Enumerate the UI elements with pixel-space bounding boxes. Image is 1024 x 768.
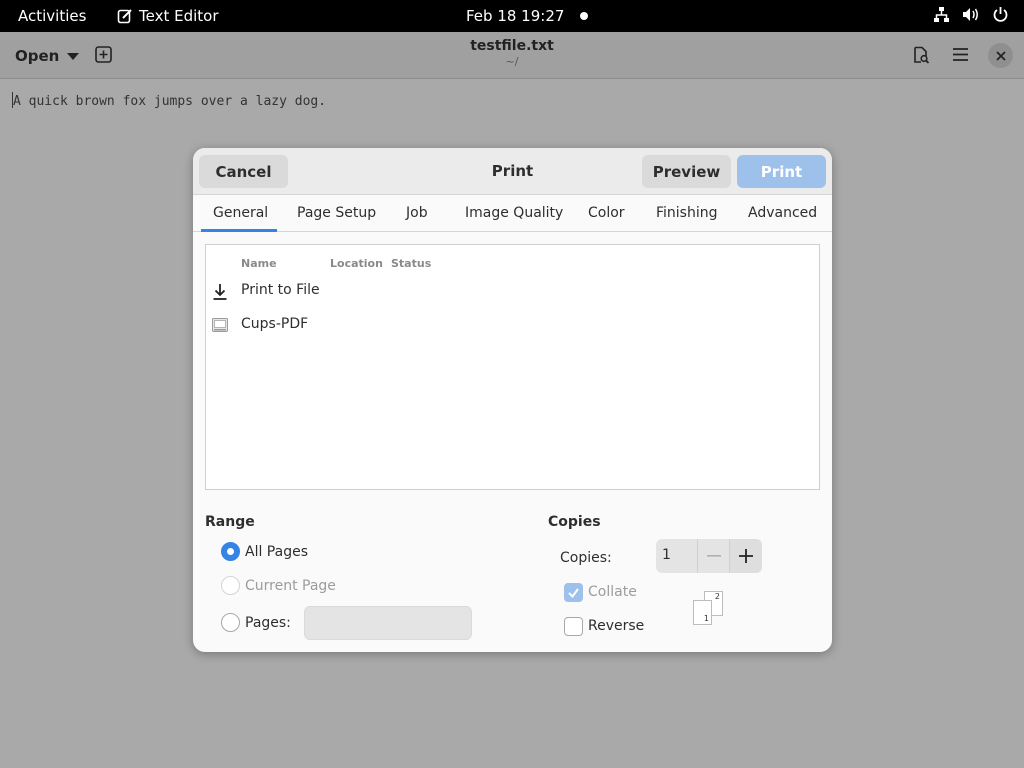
reverse-checkbox[interactable] <box>564 617 583 636</box>
printer-icon <box>212 318 228 332</box>
collate-preview: 2 1 <box>693 591 725 627</box>
all-pages-radio[interactable] <box>221 542 240 561</box>
reverse-label[interactable]: Reverse <box>588 618 644 634</box>
active-tab-indicator <box>201 229 277 232</box>
tab-advanced[interactable]: Advanced <box>748 205 817 221</box>
printer-name: Cups-PDF <box>241 316 309 332</box>
text-editor-icon <box>117 9 132 24</box>
volume-icon <box>963 8 978 21</box>
pages-range-input[interactable] <box>304 606 472 640</box>
system-tray[interactable] <box>933 6 1009 23</box>
cancel-button[interactable]: Cancel <box>199 155 288 188</box>
copies-spinbutton[interactable]: 1 <box>656 539 762 573</box>
editor-header-bar: Open testfile.txt ~/ <box>0 32 1024 79</box>
current-page-radio[interactable] <box>221 576 240 595</box>
plus-icon <box>739 549 753 563</box>
tab-finishing[interactable]: Finishing <box>656 205 718 221</box>
pages-radio[interactable] <box>221 613 240 632</box>
copies-value[interactable]: 1 <box>662 547 671 563</box>
download-icon <box>213 284 227 300</box>
window-title: testfile.txt ~/ <box>412 38 612 68</box>
tab-general[interactable]: General <box>213 205 268 221</box>
tab-job[interactable]: Job <box>406 205 428 221</box>
column-header-name[interactable]: Name <box>241 257 277 270</box>
current-page-label[interactable]: Current Page <box>245 578 336 594</box>
power-icon <box>993 7 1008 22</box>
open-label: Open <box>15 47 60 65</box>
printer-list[interactable]: Name Location Status Print to File Cups-… <box>205 244 820 490</box>
editor-content: A quick brown fox jumps over a lazy dog. <box>13 94 327 109</box>
print-dialog: Cancel Print Preview Print General Page … <box>193 148 832 652</box>
print-button[interactable]: Print <box>737 155 826 188</box>
clock[interactable]: Feb 18 19:27 <box>466 7 564 25</box>
sheet-front: 1 <box>693 600 712 625</box>
top-bar: Activities Text Editor Feb 18 19:27 <box>0 0 1024 32</box>
preview-button[interactable]: Preview <box>642 155 731 188</box>
hamburger-menu-icon[interactable] <box>952 47 969 62</box>
collate-checkbox[interactable] <box>564 583 583 602</box>
notification-dot <box>580 12 588 20</box>
printer-row-cups-pdf[interactable]: Cups-PDF <box>206 311 819 341</box>
column-header-status[interactable]: Status <box>391 257 431 270</box>
checkmark-icon <box>568 588 579 599</box>
document-search-icon[interactable] <box>912 46 930 64</box>
close-icon <box>995 50 1006 61</box>
document-path: ~/ <box>505 55 519 68</box>
editor-text-area[interactable]: A quick brown fox jumps over a lazy dog. <box>12 92 326 109</box>
tab-color[interactable]: Color <box>588 205 625 221</box>
activities-button[interactable]: Activities <box>18 7 86 25</box>
tab-image-quality[interactable]: Image Quality <box>465 205 563 221</box>
copies-label: Copies: <box>560 550 612 566</box>
chevron-down-icon <box>67 52 80 60</box>
tab-bar: General Page Setup Job Image Quality Col… <box>193 195 832 232</box>
range-section-title: Range <box>205 514 255 530</box>
network-icon <box>934 7 949 22</box>
new-document-icon[interactable] <box>95 46 112 63</box>
collate-label[interactable]: Collate <box>588 584 637 600</box>
dialog-header: Cancel Print Preview Print <box>193 148 832 195</box>
copies-section-title: Copies <box>548 514 601 530</box>
close-window-button[interactable] <box>988 43 1013 68</box>
minus-icon <box>706 555 721 557</box>
all-pages-label[interactable]: All Pages <box>245 544 308 560</box>
app-menu[interactable]: Text Editor <box>117 7 219 25</box>
document-title: testfile.txt <box>470 38 554 54</box>
decrement-button[interactable] <box>697 539 729 573</box>
printer-name: Print to File <box>241 282 320 298</box>
app-name: Text Editor <box>139 7 219 25</box>
tab-page-setup[interactable]: Page Setup <box>297 205 376 221</box>
pages-label[interactable]: Pages: <box>245 615 291 631</box>
printer-row-print-to-file[interactable]: Print to File <box>206 277 819 307</box>
increment-button[interactable] <box>729 539 762 573</box>
column-header-location[interactable]: Location <box>330 257 383 270</box>
open-button[interactable]: Open <box>7 42 87 70</box>
